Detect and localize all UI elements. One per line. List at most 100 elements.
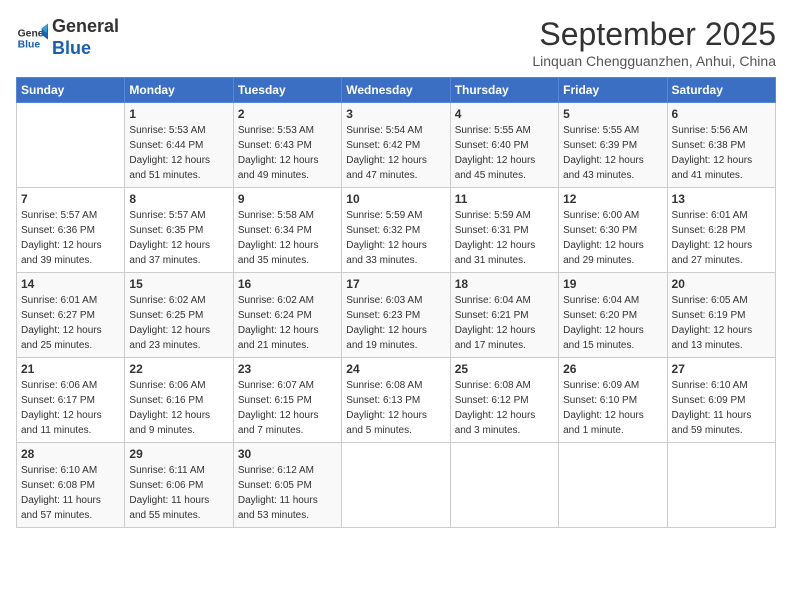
day-number: 14 — [21, 277, 120, 291]
calendar-day-cell: 12 Sunrise: 6:00 AM Sunset: 6:30 PM Dayli… — [559, 188, 667, 273]
calendar-day-cell: 30Sunrise: 6:12 AM Sunset: 6:05 PM Dayli… — [233, 443, 341, 528]
day-number: 4 — [455, 107, 554, 121]
calendar-day-cell: 18 Sunrise: 6:04 AM Sunset: 6:21 PM Dayli… — [450, 273, 558, 358]
day-info: Sunrise: 5:58 AM Sunset: 6:34 PM Dayligh… — [238, 208, 337, 268]
calendar-day-cell: 14 Sunrise: 6:01 AM Sunset: 6:27 PM Dayli… — [17, 273, 125, 358]
day-info: Sunrise: 6:04 AM Sunset: 6:20 PM Dayligh… — [563, 293, 662, 353]
day-info: Sunrise: 6:11 AM Sunset: 6:06 PM Dayligh… — [129, 463, 228, 523]
day-number: 18 — [455, 277, 554, 291]
day-info: Sunrise: 6:10 AM Sunset: 6:09 PM Dayligh… — [672, 378, 771, 438]
calendar-day-cell: 10Sunrise: 5:59 AM Sunset: 6:32 PM Dayli… — [342, 188, 450, 273]
day-info: Sunrise: 5:54 AM Sunset: 6:42 PM Dayligh… — [346, 123, 445, 183]
day-number: 15 — [129, 277, 228, 291]
calendar-day-cell: 28 Sunrise: 6:10 AM Sunset: 6:08 PM Dayli… — [17, 443, 125, 528]
calendar-day-cell: 6 Sunrise: 5:56 AM Sunset: 6:38 PM Daylig… — [667, 103, 775, 188]
day-info: Sunrise: 6:02 AM Sunset: 6:24 PM Dayligh… — [238, 293, 337, 353]
calendar-day-cell: 25 Sunrise: 6:08 AM Sunset: 6:12 PM Dayli… — [450, 358, 558, 443]
day-number: 22 — [129, 362, 228, 376]
logo-icon: General Blue — [16, 22, 48, 54]
day-number: 3 — [346, 107, 445, 121]
logo-text: General Blue — [52, 16, 119, 59]
day-info: Sunrise: 6:01 AM Sunset: 6:28 PM Dayligh… — [672, 208, 771, 268]
month-title: September 2025 — [532, 16, 776, 53]
calendar-day-cell: 9 Sunrise: 5:58 AM Sunset: 6:34 PM Daylig… — [233, 188, 341, 273]
day-info: Sunrise: 6:05 AM Sunset: 6:19 PM Dayligh… — [672, 293, 771, 353]
calendar-day-cell: 20 Sunrise: 6:05 AM Sunset: 6:19 PM Dayli… — [667, 273, 775, 358]
day-number: 7 — [21, 192, 120, 206]
day-info: Sunrise: 5:59 AM Sunset: 6:32 PM Dayligh… — [346, 208, 445, 268]
day-number: 26 — [563, 362, 662, 376]
day-number: 21 — [21, 362, 120, 376]
day-info: Sunrise: 5:57 AM Sunset: 6:36 PM Dayligh… — [21, 208, 120, 268]
calendar-day-cell: 22 Sunrise: 6:06 AM Sunset: 6:16 PM Dayli… — [125, 358, 233, 443]
day-info: Sunrise: 6:03 AM Sunset: 6:23 PM Dayligh… — [346, 293, 445, 353]
day-number: 13 — [672, 192, 771, 206]
day-info: Sunrise: 5:57 AM Sunset: 6:35 PM Dayligh… — [129, 208, 228, 268]
calendar-day-cell: 4 Sunrise: 5:55 AM Sunset: 6:40 PM Daylig… — [450, 103, 558, 188]
day-info: Sunrise: 6:08 AM Sunset: 6:12 PM Dayligh… — [455, 378, 554, 438]
calendar-day-cell: 26 Sunrise: 6:09 AM Sunset: 6:10 PM Dayli… — [559, 358, 667, 443]
day-info: Sunrise: 5:55 AM Sunset: 6:40 PM Dayligh… — [455, 123, 554, 183]
day-info: Sunrise: 6:00 AM Sunset: 6:30 PM Dayligh… — [563, 208, 662, 268]
calendar-table: SundayMondayTuesdayWednesdayThursdayFrid… — [16, 77, 776, 528]
calendar-week-row: 14 Sunrise: 6:01 AM Sunset: 6:27 PM Dayli… — [17, 273, 776, 358]
day-number: 8 — [129, 192, 228, 206]
calendar-header-cell: Friday — [559, 78, 667, 103]
day-number: 16 — [238, 277, 337, 291]
calendar-header-cell: Wednesday — [342, 78, 450, 103]
day-number: 9 — [238, 192, 337, 206]
calendar-week-row: 28 Sunrise: 6:10 AM Sunset: 6:08 PM Dayli… — [17, 443, 776, 528]
day-number: 12 — [563, 192, 662, 206]
day-info: Sunrise: 6:06 AM Sunset: 6:17 PM Dayligh… — [21, 378, 120, 438]
day-number: 1 — [129, 107, 228, 121]
day-info: Sunrise: 6:09 AM Sunset: 6:10 PM Dayligh… — [563, 378, 662, 438]
day-number: 25 — [455, 362, 554, 376]
calendar-header-cell: Sunday — [17, 78, 125, 103]
calendar-day-cell — [450, 443, 558, 528]
day-number: 17 — [346, 277, 445, 291]
day-info: Sunrise: 5:55 AM Sunset: 6:39 PM Dayligh… — [563, 123, 662, 183]
day-number: 27 — [672, 362, 771, 376]
day-info: Sunrise: 6:07 AM Sunset: 6:15 PM Dayligh… — [238, 378, 337, 438]
day-number: 20 — [672, 277, 771, 291]
calendar-day-cell: 5 Sunrise: 5:55 AM Sunset: 6:39 PM Daylig… — [559, 103, 667, 188]
calendar-day-cell: 2Sunrise: 5:53 AM Sunset: 6:43 PM Daylig… — [233, 103, 341, 188]
location-title: Linquan Chengguanzhen, Anhui, China — [532, 53, 776, 69]
day-number: 11 — [455, 192, 554, 206]
calendar-day-cell: 15 Sunrise: 6:02 AM Sunset: 6:25 PM Dayli… — [125, 273, 233, 358]
calendar-day-cell: 13 Sunrise: 6:01 AM Sunset: 6:28 PM Dayli… — [667, 188, 775, 273]
calendar-day-cell: 29Sunrise: 6:11 AM Sunset: 6:06 PM Dayli… — [125, 443, 233, 528]
calendar-week-row: 21 Sunrise: 6:06 AM Sunset: 6:17 PM Dayli… — [17, 358, 776, 443]
calendar-day-cell: 11 Sunrise: 5:59 AM Sunset: 6:31 PM Dayli… — [450, 188, 558, 273]
day-info: Sunrise: 5:59 AM Sunset: 6:31 PM Dayligh… — [455, 208, 554, 268]
calendar-day-cell: 27 Sunrise: 6:10 AM Sunset: 6:09 PM Dayli… — [667, 358, 775, 443]
day-info: Sunrise: 6:10 AM Sunset: 6:08 PM Dayligh… — [21, 463, 120, 523]
day-info: Sunrise: 6:08 AM Sunset: 6:13 PM Dayligh… — [346, 378, 445, 438]
calendar-day-cell: 7 Sunrise: 5:57 AM Sunset: 6:36 PM Daylig… — [17, 188, 125, 273]
calendar-header-row: SundayMondayTuesdayWednesdayThursdayFrid… — [17, 78, 776, 103]
calendar-week-row: 7 Sunrise: 5:57 AM Sunset: 6:36 PM Daylig… — [17, 188, 776, 273]
day-info: Sunrise: 5:53 AM Sunset: 6:44 PM Dayligh… — [129, 123, 228, 183]
day-info: Sunrise: 6:12 AM Sunset: 6:05 PM Dayligh… — [238, 463, 337, 523]
day-info: Sunrise: 6:04 AM Sunset: 6:21 PM Dayligh… — [455, 293, 554, 353]
page-header: General Blue General Blue September 2025… — [16, 16, 776, 69]
calendar-day-cell — [667, 443, 775, 528]
calendar-day-cell: 1 Sunrise: 5:53 AM Sunset: 6:44 PM Daylig… — [125, 103, 233, 188]
day-info: Sunrise: 6:06 AM Sunset: 6:16 PM Dayligh… — [129, 378, 228, 438]
logo: General Blue General Blue — [16, 16, 119, 59]
day-info: Sunrise: 5:56 AM Sunset: 6:38 PM Dayligh… — [672, 123, 771, 183]
calendar-day-cell — [559, 443, 667, 528]
day-number: 6 — [672, 107, 771, 121]
day-number: 28 — [21, 447, 120, 461]
calendar-day-cell: 19Sunrise: 6:04 AM Sunset: 6:20 PM Dayli… — [559, 273, 667, 358]
calendar-header-cell: Monday — [125, 78, 233, 103]
day-info: Sunrise: 6:02 AM Sunset: 6:25 PM Dayligh… — [129, 293, 228, 353]
day-info: Sunrise: 5:53 AM Sunset: 6:43 PM Dayligh… — [238, 123, 337, 183]
calendar-day-cell: 24Sunrise: 6:08 AM Sunset: 6:13 PM Dayli… — [342, 358, 450, 443]
day-info: Sunrise: 6:01 AM Sunset: 6:27 PM Dayligh… — [21, 293, 120, 353]
calendar-header-cell: Tuesday — [233, 78, 341, 103]
calendar-day-cell: 21 Sunrise: 6:06 AM Sunset: 6:17 PM Dayli… — [17, 358, 125, 443]
calendar-day-cell: 23Sunrise: 6:07 AM Sunset: 6:15 PM Dayli… — [233, 358, 341, 443]
svg-text:Blue: Blue — [18, 39, 41, 50]
day-number: 5 — [563, 107, 662, 121]
